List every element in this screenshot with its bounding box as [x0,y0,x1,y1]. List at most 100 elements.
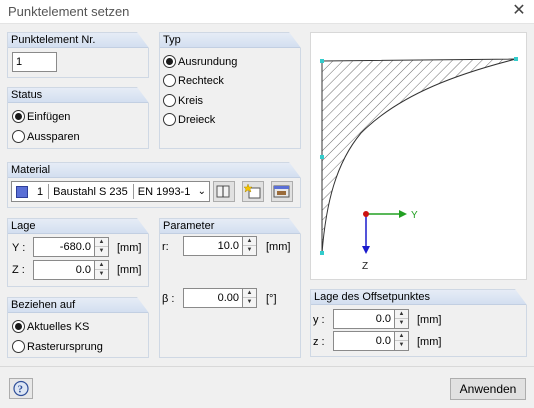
corner-point [320,59,324,63]
type-rounding-radio[interactable]: Ausrundung [163,55,237,68]
z-axis-label: Z [362,261,368,272]
offset-y-spinner[interactable]: ▲ ▼ [395,309,409,329]
radio-selected-icon [163,55,176,68]
beta-unit: [°] [266,293,277,305]
radio-label: Aktuelles KS [27,320,90,333]
edit-material-icon [273,185,290,198]
material-select[interactable]: 1 Baustahl S 235 EN 1993-1- ⌄ [11,181,210,202]
radius-spinner[interactable]: ▲ ▼ [243,236,257,256]
footer-divider [0,366,534,367]
spin-down-icon: ▼ [246,299,253,305]
position-z-label: Z : [12,264,25,276]
help-icon: ? [13,380,29,397]
spin-up-icon: ▲ [395,332,408,341]
radio-unselected-icon [12,130,25,143]
position-y-unit: [mm] [117,242,142,254]
status-insert-radio[interactable]: Einfügen [12,110,70,123]
position-z-input[interactable]: 0.0 [33,260,95,280]
radius-input[interactable]: 10.0 [183,236,243,256]
radio-label: Rechteck [178,74,224,87]
type-triangle-radio[interactable]: Dreieck [163,113,215,126]
material-standard: EN 1993-1- [137,185,190,198]
type-rectangle-radio[interactable]: Rechteck [163,74,224,87]
radio-label: Einfügen [27,110,71,123]
type-group: Typ [159,32,301,149]
offset-z-spinner[interactable]: ▲ ▼ [395,331,409,351]
position-z-spinner[interactable]: ▲ ▼ [95,260,109,280]
radius-unit: [mm] [266,241,291,253]
material-library-button[interactable] [213,181,235,202]
radio-unselected-icon [12,340,25,353]
radio-label: Ausrundung [178,55,238,68]
reference-current-cs-radio[interactable]: Aktuelles KS [12,320,89,333]
position-y-input[interactable]: -680.0 [33,237,95,257]
chevron-down-icon: ⌄ [197,186,206,197]
y-axis-label: Y [411,210,418,221]
separator [48,184,50,199]
group-header: Punktelement Nr. [8,32,149,48]
offset-z-label: z : [313,336,325,348]
help-button[interactable]: ? [9,378,33,399]
spin-down-icon: ▼ [98,248,105,254]
radio-selected-icon [12,320,25,333]
type-circle-radio[interactable]: Kreis [163,94,203,107]
window-title: Punktelement setzen [8,4,130,19]
y-axis-arrowhead [399,210,407,218]
origin-point [363,211,369,217]
material-name: Baustahl S 235 [53,185,128,198]
shape-preview: Y Z [310,32,527,280]
beta-input[interactable]: 0.00 [183,288,243,308]
radio-unselected-icon [163,74,176,87]
spin-up-icon: ▲ [395,310,408,319]
reference-grid-origin-radio[interactable]: Rasterursprung [12,340,103,353]
apply-button[interactable]: Anwenden [450,378,526,400]
spin-down-icon: ▼ [398,342,405,348]
radio-selected-icon [12,110,25,123]
offset-y-input[interactable]: 0.0 [333,309,395,329]
beta-spinner[interactable]: ▲ ▼ [243,288,257,308]
group-header: Typ [160,32,301,48]
radio-label: Aussparen [27,130,80,143]
spin-up-icon: ▲ [243,237,256,246]
radius-label: r: [162,241,169,253]
offset-y-label: y : [313,314,325,326]
group-header: Status [8,87,149,103]
group-header: Beziehen auf [8,297,149,313]
element-number-input[interactable]: 1 [12,52,57,72]
radio-label: Dreieck [178,113,216,126]
spin-down-icon: ▼ [98,271,105,277]
beta-label: β : [162,293,175,305]
radio-unselected-icon [163,94,176,107]
separator [132,184,134,199]
position-y-label: Y : [12,242,26,254]
spin-up-icon: ▲ [243,289,256,298]
spin-up-icon: ▲ [95,238,108,247]
position-y-spinner[interactable]: ▲ ▼ [95,237,109,257]
group-header: Material [8,162,301,178]
group-header: Parameter [160,218,301,234]
close-icon[interactable]: ✕ [508,1,530,21]
rounding-shape [321,58,517,254]
new-material-icon [243,183,261,199]
radio-unselected-icon [163,113,176,126]
material-color-swatch [16,185,28,198]
material-number: 1 [37,185,44,198]
corner-point [320,251,324,255]
spin-up-icon: ▲ [95,261,108,270]
new-material-button[interactable] [242,181,264,202]
position-z-unit: [mm] [117,264,142,276]
offset-z-unit: [mm] [417,336,442,348]
corner-point [320,155,324,159]
corner-point [514,57,518,61]
radio-label: Kreis [178,94,204,107]
group-header: Lage des Offsetpunktes [311,289,527,305]
offset-z-input[interactable]: 0.0 [333,331,395,351]
edit-material-button[interactable] [271,181,293,202]
spin-down-icon: ▼ [398,320,405,326]
z-axis-arrowhead [362,246,370,254]
svg-text:?: ? [18,384,24,396]
status-cutout-radio[interactable]: Aussparen [12,130,80,143]
spin-down-icon: ▼ [246,247,253,253]
preview-drawing: Y Z [320,57,518,272]
offset-y-unit: [mm] [417,314,442,326]
